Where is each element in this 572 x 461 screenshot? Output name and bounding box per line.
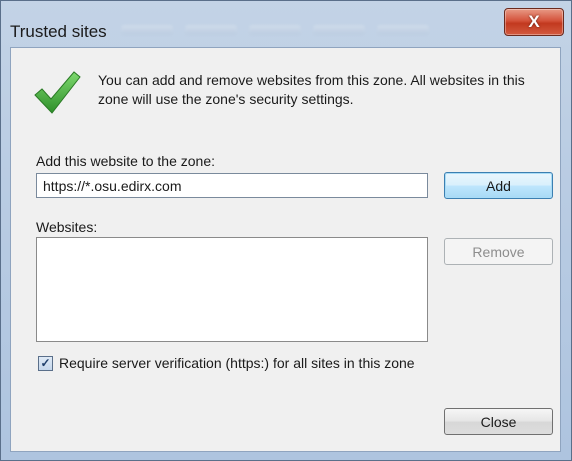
websites-list[interactable] (36, 237, 428, 342)
dialog-content: You can add and remove websites from thi… (10, 47, 561, 452)
close-button[interactable]: Close (444, 408, 553, 435)
title-bar[interactable]: Trusted sites X (1, 1, 571, 47)
background-tabs (121, 25, 429, 35)
background-tab (377, 25, 429, 35)
close-icon: X (528, 12, 540, 31)
intro-text: You can add and remove websites from thi… (98, 72, 525, 107)
window-title: Trusted sites (10, 22, 107, 41)
background-tab (185, 25, 237, 35)
green-checkmark-icon (34, 71, 81, 114)
background-tab (121, 25, 173, 35)
trusted-sites-dialog: Trusted sites X You can add and remove w… (0, 0, 572, 461)
checkmark-icon: ✓ (40, 356, 51, 370)
server-verification-checkbox[interactable]: ✓ (38, 355, 53, 371)
remove-button[interactable]: Remove (444, 238, 553, 265)
websites-label: Websites: (36, 219, 98, 235)
background-tab (313, 25, 365, 35)
window-close-button[interactable]: X (504, 8, 564, 36)
background-tab (249, 25, 301, 35)
server-verification-label[interactable]: Require server verification (https:) for… (59, 355, 415, 371)
add-website-label: Add this website to the zone: (36, 153, 215, 169)
server-verification-option[interactable]: ✓ Require server verification (https:) f… (38, 355, 415, 371)
add-button[interactable]: Add (444, 172, 553, 199)
website-url-input[interactable] (36, 173, 428, 198)
